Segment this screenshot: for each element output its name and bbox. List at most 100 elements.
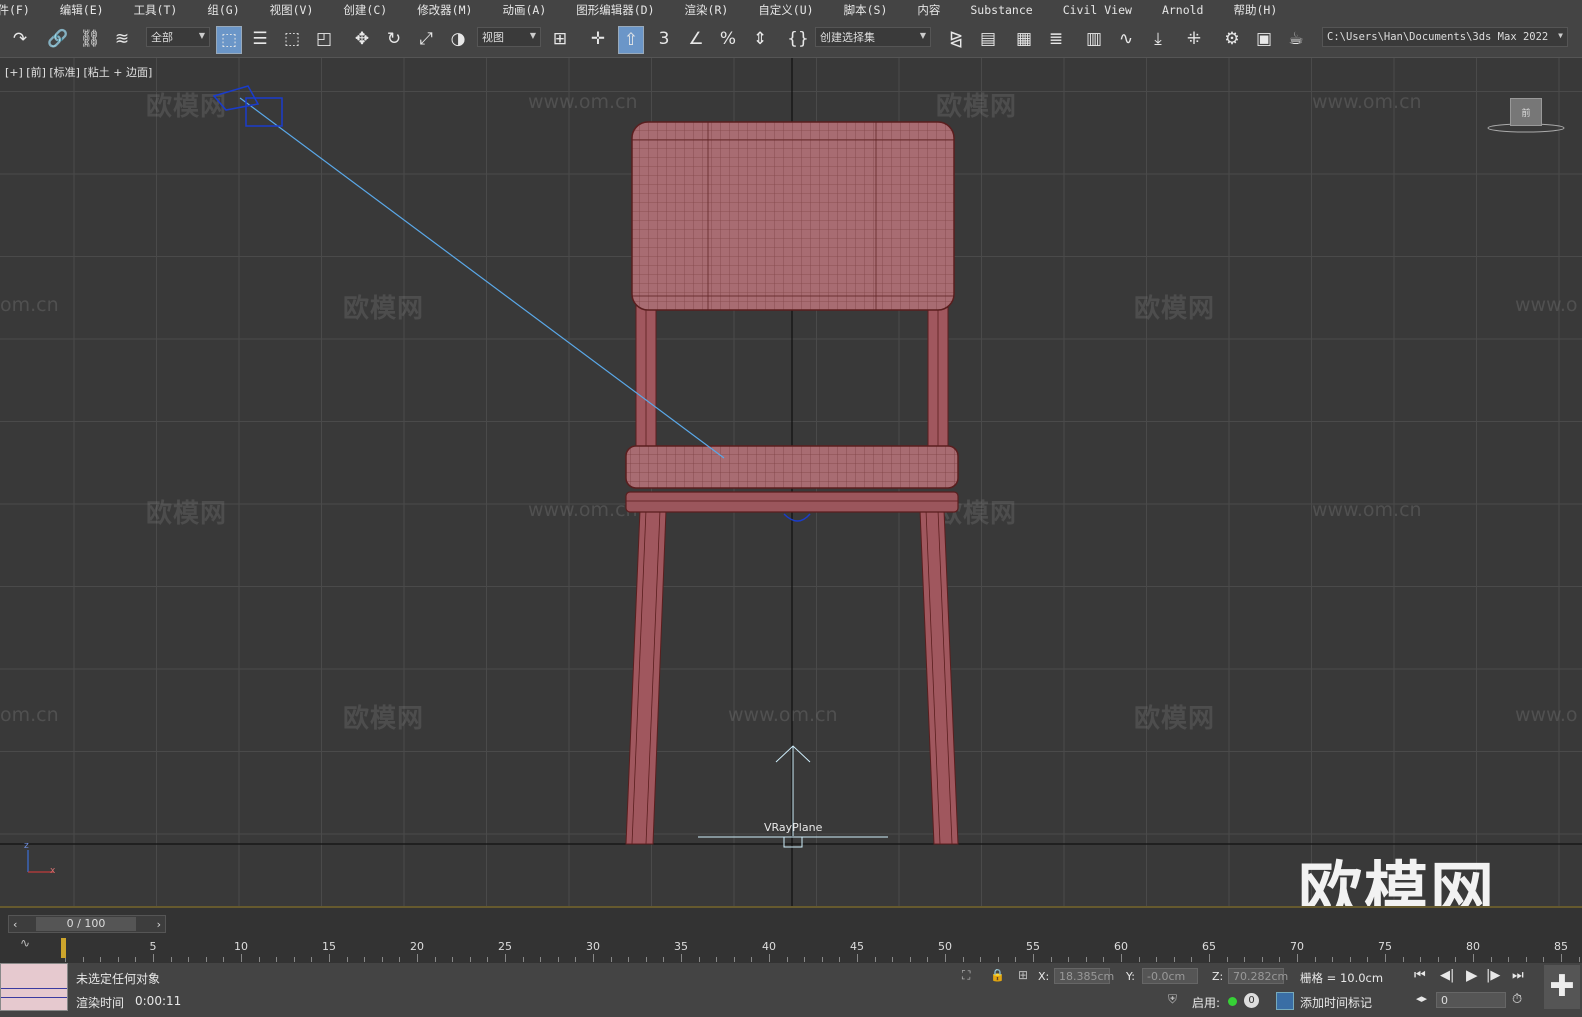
key-mode-icon[interactable]: ◂▸: [1416, 992, 1427, 1005]
menu-substance[interactable]: Substance: [970, 3, 1032, 17]
current-frame-field[interactable]: 0: [1436, 992, 1506, 1008]
ruler-tick-label: 30: [586, 940, 600, 953]
ruler-tick: [1244, 957, 1246, 962]
x-coord-field[interactable]: 18.385cm: [1054, 968, 1114, 984]
ruler-tick-label: 65: [1202, 940, 1216, 953]
z-coord-field[interactable]: 70.282cm: [1228, 968, 1288, 984]
mirror-icon[interactable]: ⧎: [944, 26, 968, 52]
material-editor-icon[interactable]: ⁜: [1182, 26, 1206, 52]
scene-explorer-icon[interactable]: ▦: [1012, 26, 1036, 52]
unlink-icon[interactable]: ⛓: [78, 26, 102, 52]
rect-selection-icon[interactable]: ⬚: [280, 26, 304, 52]
select-object-icon[interactable]: ⬚: [216, 26, 242, 54]
layer-explorer-icon[interactable]: ≣: [1044, 26, 1068, 52]
pivot-center-icon[interactable]: ⊞: [548, 26, 572, 52]
menu-civil-view[interactable]: Civil View: [1063, 3, 1132, 17]
menu-edit[interactable]: 编辑(E): [60, 2, 104, 18]
menu-create[interactable]: 创建(C): [343, 2, 387, 18]
menu-rendering[interactable]: 渲染(R): [685, 2, 729, 18]
next-frame-icon[interactable]: |▶: [1486, 968, 1500, 983]
menu-scripting[interactable]: 脚本(S): [844, 2, 888, 18]
lock-icon[interactable]: 🔒: [990, 968, 1005, 982]
time-cursor[interactable]: [61, 938, 66, 958]
reference-coord-dropdown[interactable]: 视图 ▼: [477, 27, 541, 47]
chair-backrest[interactable]: [631, 121, 955, 311]
menu-group[interactable]: 组(G): [207, 2, 239, 18]
align-icon[interactable]: ▤: [976, 26, 1000, 52]
select-by-name-icon[interactable]: ☰: [248, 26, 272, 52]
window-crossing-icon[interactable]: ◰: [312, 26, 336, 52]
percent-snap-icon[interactable]: %: [716, 26, 740, 52]
adaptive-degradation-icon[interactable]: ⛨: [1168, 992, 1177, 1007]
placement-icon[interactable]: ◑: [446, 26, 470, 52]
snaps-toggle-icon[interactable]: 3: [652, 26, 676, 52]
menu-modifiers[interactable]: 修改器(M): [417, 2, 472, 18]
frame-display[interactable]: 0 / 100: [36, 917, 136, 931]
rotate-icon[interactable]: ↻: [382, 26, 406, 52]
schematic-view-icon[interactable]: ⤓: [1146, 26, 1170, 52]
angle-snap-icon[interactable]: ∠: [684, 26, 708, 52]
menu-file[interactable]: 文件(F): [0, 2, 30, 18]
project-path-dropdown[interactable]: C:\Users\Han\Documents\3ds Max 2022 ▼: [1322, 27, 1568, 47]
add-time-tag[interactable]: 添加时间标记: [1300, 994, 1372, 1011]
go-to-end-icon[interactable]: ⏭: [1512, 968, 1524, 983]
menu-animation[interactable]: 动画(A): [502, 2, 546, 18]
curve-editor-icon[interactable]: ∿: [1114, 26, 1138, 52]
ruler-tick: [1314, 957, 1316, 962]
render-setup-icon[interactable]: ⚙: [1220, 26, 1244, 52]
menu-arnold[interactable]: Arnold: [1162, 3, 1204, 17]
previous-frame-icon[interactable]: ◀|: [1440, 968, 1454, 983]
selection-filter-dropdown[interactable]: 全部 ▼: [146, 27, 210, 47]
ruler-tick: [1437, 957, 1439, 962]
edit-named-sets-icon[interactable]: {}: [786, 26, 810, 52]
link-icon[interactable]: 🔗: [46, 26, 70, 52]
named-selection-set-dropdown[interactable]: 创建选择集 ▼: [815, 27, 931, 47]
move-icon[interactable]: ✥: [350, 26, 374, 52]
maximize-viewport-icon[interactable]: ✚: [1544, 965, 1580, 1009]
ruler-tick: [1226, 957, 1228, 962]
add-time-tag-icon[interactable]: [1276, 992, 1294, 1010]
time-slider[interactable]: ‹ 0 / 100 ›: [8, 915, 166, 933]
time-config-icon[interactable]: ⏱: [1512, 992, 1522, 1007]
menu-tools[interactable]: 工具(T): [134, 2, 178, 18]
ruler-tick: [1349, 957, 1351, 962]
chevron-left-icon[interactable]: ‹: [9, 918, 17, 931]
scene-canvas[interactable]: [0, 58, 1582, 906]
select-manipulate-icon[interactable]: ✛: [586, 26, 610, 52]
maxscript-listener[interactable]: [0, 963, 68, 1011]
track-bar-ruler[interactable]: 5 10 15 20 25 30 35 40 45 50 55 60 65 70 75 80 85: [60, 940, 1582, 962]
menu-content[interactable]: 内容: [917, 2, 940, 18]
keyboard-shortcut-override-icon[interactable]: ⇧: [618, 26, 644, 54]
render-teapot-icon[interactable]: ☕: [1284, 26, 1308, 52]
spinner-snap-icon[interactable]: ⇕: [748, 26, 772, 52]
viewcube[interactable]: 前: [1510, 98, 1542, 126]
chair-seat[interactable]: [625, 445, 959, 513]
render-frame-icon[interactable]: ▣: [1252, 26, 1276, 52]
enable-count[interactable]: 0: [1244, 993, 1259, 1008]
ruler-tick: [1191, 957, 1193, 962]
render-time-label: 渲染时间: [76, 996, 125, 1010]
menu-customize[interactable]: 自定义(U): [758, 2, 813, 18]
scale-icon[interactable]: ⤢: [414, 26, 438, 52]
bind-space-warp-icon[interactable]: ≋: [110, 26, 134, 52]
isolate-icon[interactable]: ⛶: [962, 968, 970, 983]
light-icon[interactable]: [212, 85, 283, 127]
mini-curve-icon[interactable]: ∿: [20, 936, 30, 950]
ribbon-toggle-icon[interactable]: ▥: [1082, 26, 1106, 52]
chevron-right-icon[interactable]: ›: [157, 918, 165, 931]
ruler-tick: [1402, 957, 1404, 962]
redo-icon[interactable]: ↷: [8, 26, 32, 52]
menu-graph-editors[interactable]: 图形编辑器(D): [576, 2, 654, 18]
ruler-tick: [1173, 957, 1175, 962]
go-to-start-icon[interactable]: ⏮: [1414, 968, 1426, 983]
absolute-mode-icon[interactable]: ⊞: [1018, 968, 1028, 982]
play-icon[interactable]: ▶: [1466, 966, 1478, 984]
ruler-tick: [1332, 957, 1334, 962]
ruler-tick: [1261, 957, 1263, 962]
ruler-tick: [1455, 957, 1457, 962]
selection-status: 未选定任何对象: [76, 972, 161, 986]
front-viewport[interactable]: [+] [前] [标准] [粘土 + 边面] 欧模网 www.om.cn 欧模网…: [0, 58, 1582, 906]
menu-help[interactable]: 帮助(H): [1233, 2, 1277, 18]
menu-views[interactable]: 视图(V): [270, 2, 314, 18]
y-coord-field[interactable]: -0.0cm: [1142, 968, 1198, 984]
